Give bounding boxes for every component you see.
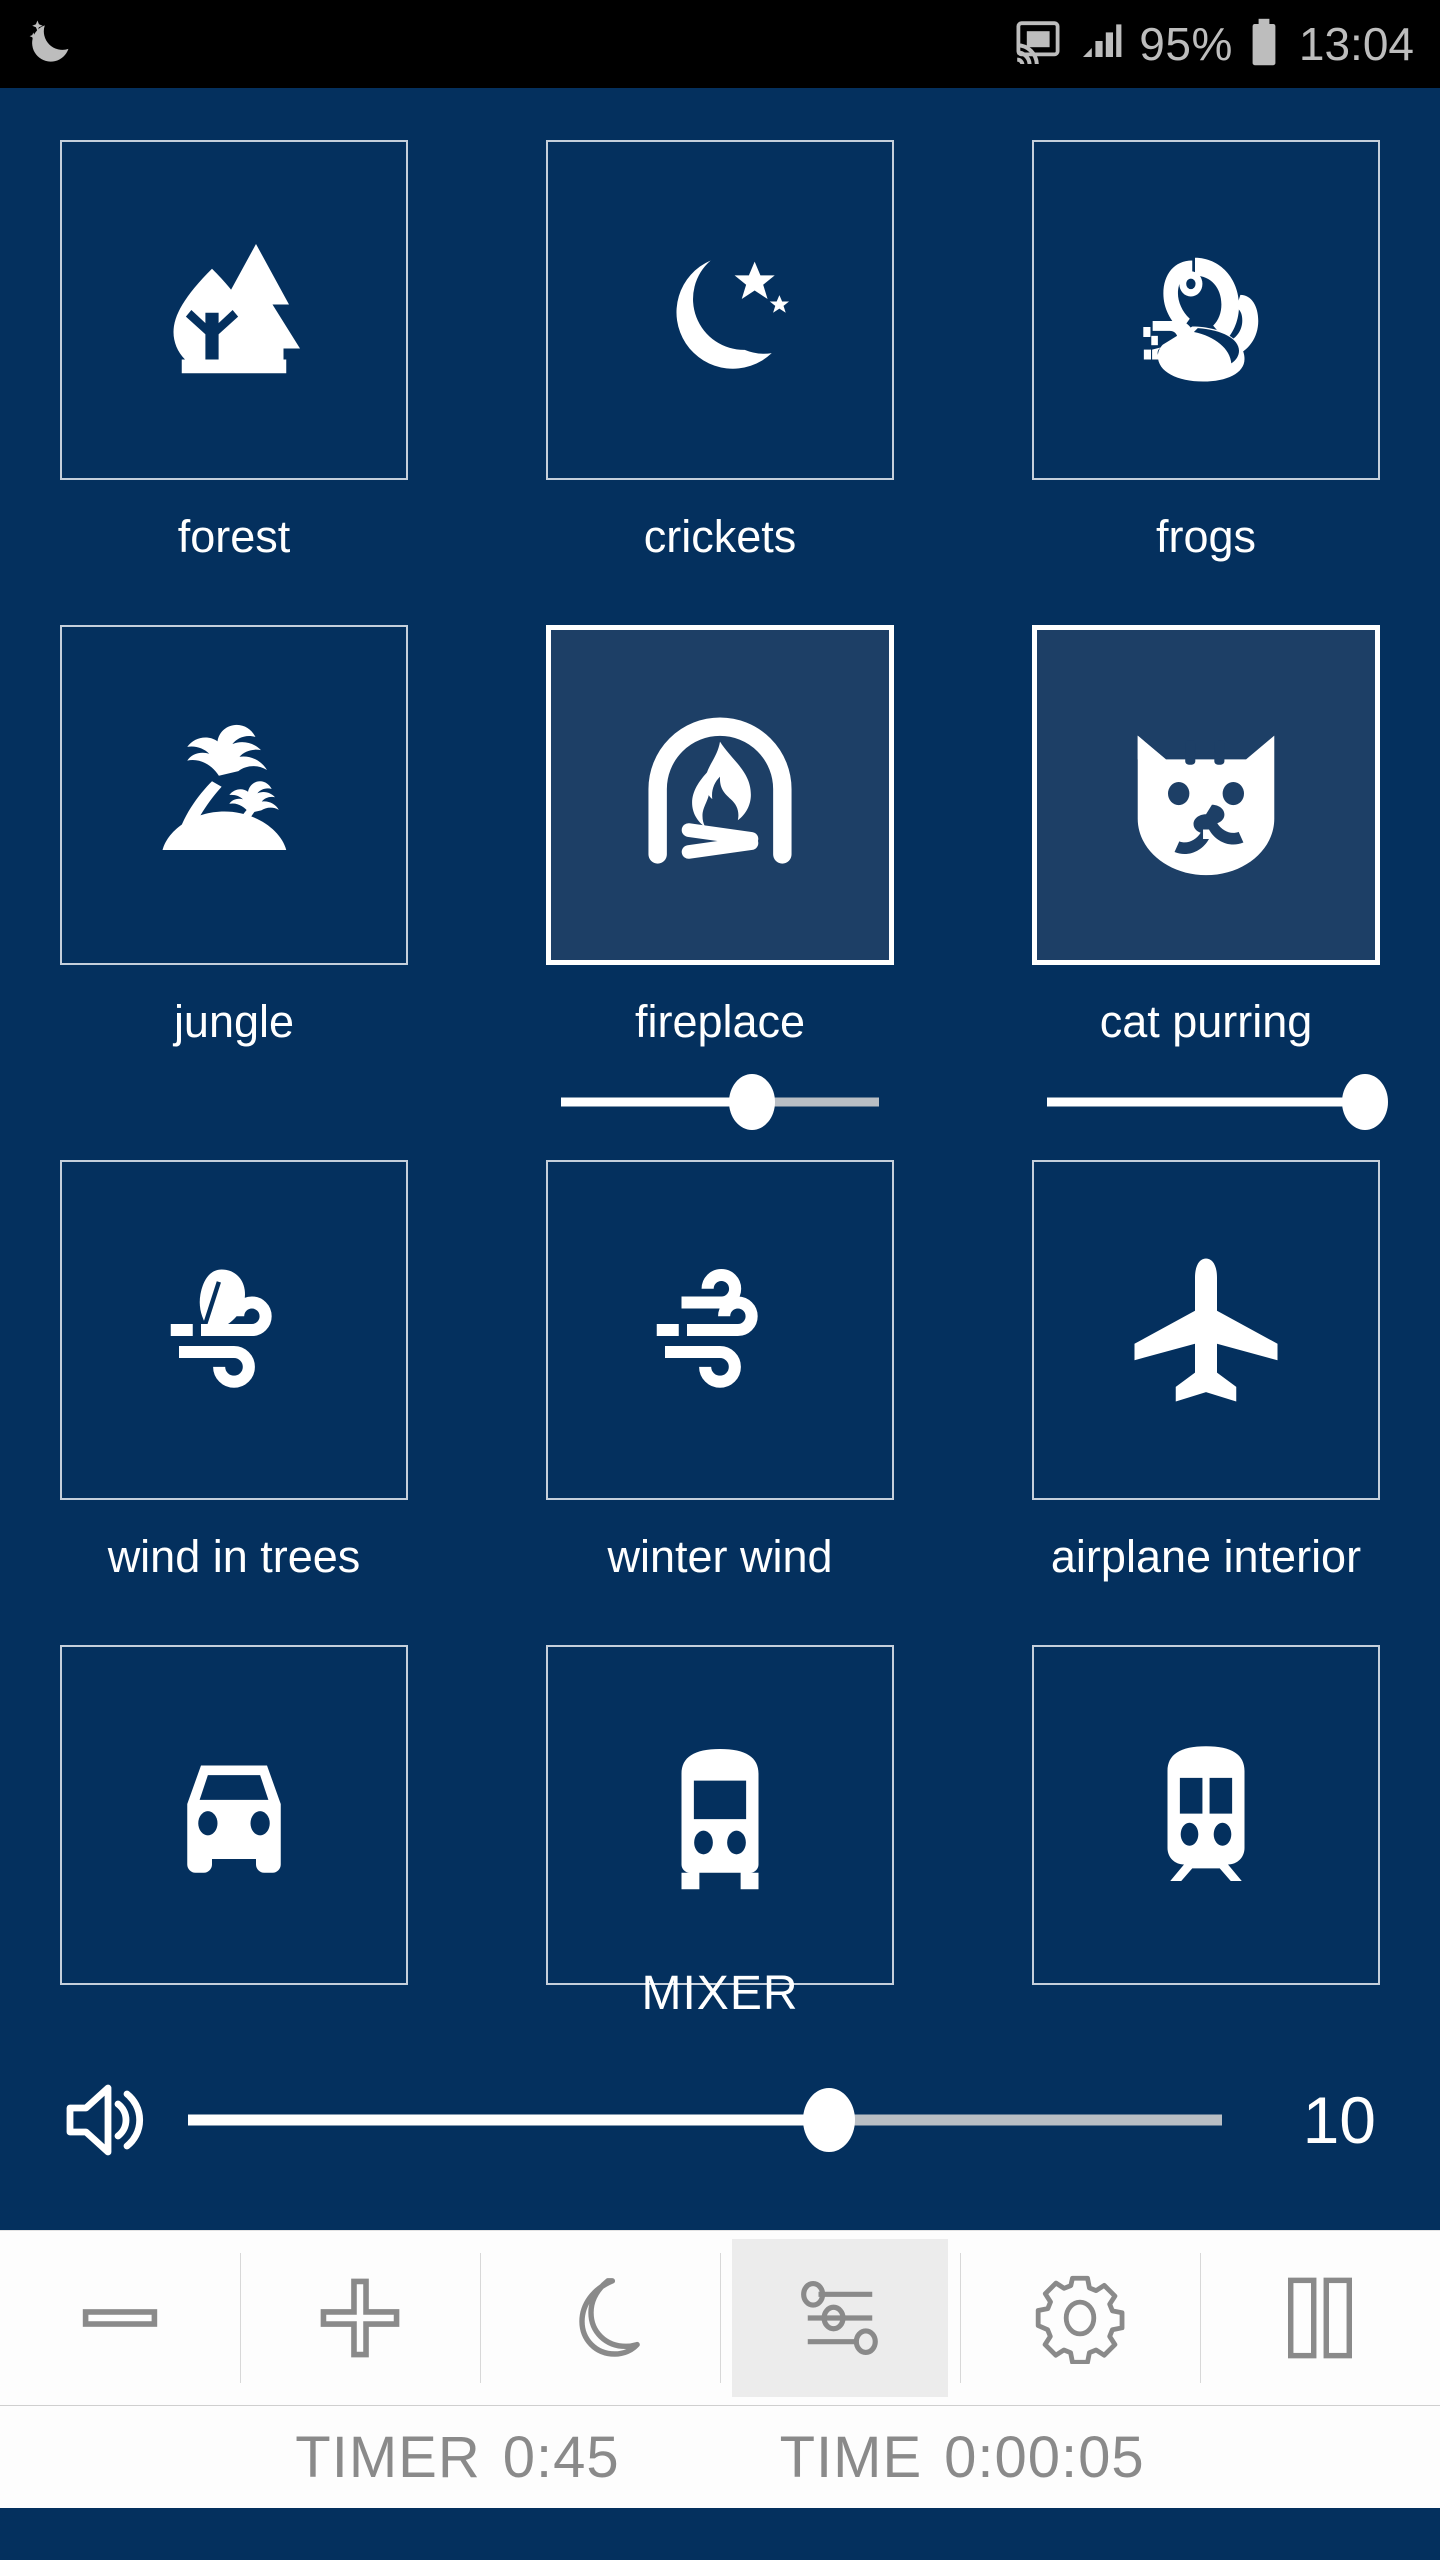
jungle-tile-button[interactable] — [60, 625, 408, 965]
airplane-interior-tile-button[interactable] — [1032, 1160, 1380, 1500]
sound-row — [60, 1645, 1380, 1985]
sound-tile-train — [1032, 1645, 1380, 1985]
fireplace-tile-button[interactable] — [546, 625, 894, 965]
airplane-icon — [1118, 1242, 1294, 1418]
sound-tile-jungle: jungle — [60, 625, 408, 1132]
fireplace-icon — [625, 700, 815, 890]
timer-display[interactable]: TIMER 0:45 — [295, 2424, 619, 2491]
sound-tile-label: jungle — [173, 996, 295, 1047]
status-bar-left — [24, 16, 76, 73]
bus-icon — [632, 1727, 808, 1903]
minus-icon — [77, 2275, 163, 2361]
forest-trees-icon — [146, 222, 322, 398]
sound-tile-wind-in-trees: wind in trees — [60, 1160, 408, 1579]
timer-bar: TIMER 0:45 TIME 0:00:05 — [0, 2405, 1440, 2508]
sound-tile-airplane-interior: airplane interior — [1032, 1160, 1380, 1579]
cat-purring-volume-slider[interactable] — [1047, 1072, 1388, 1132]
status-bar: 95% 13:04 — [0, 0, 1440, 88]
frogs-tile-button[interactable] — [1032, 140, 1380, 480]
master-volume-slider[interactable] — [188, 2085, 1222, 2155]
app-root: 95% 13:04 forest crickets frogs jungle f… — [0, 0, 1440, 2560]
plus-button[interactable] — [240, 2231, 480, 2405]
sound-tile-label: airplane interior — [1050, 1531, 1362, 1582]
sound-tile-car — [60, 1645, 408, 1985]
wind-in-trees-tile-button[interactable] — [60, 1160, 408, 1500]
train-tile-button[interactable] — [1032, 1645, 1380, 1985]
slider-knob[interactable] — [1342, 1074, 1388, 1130]
sound-tile-label: wind in trees — [107, 1531, 361, 1582]
cat-purring-tile-button[interactable] — [1032, 625, 1380, 965]
slider-knob[interactable] — [728, 1074, 775, 1130]
master-volume-bar: 10 — [0, 2060, 1440, 2180]
sound-tile-label: forest — [177, 511, 291, 562]
crickets-tile-button[interactable] — [546, 140, 894, 480]
moon-stars-icon — [632, 222, 808, 398]
timer-label: TIMER — [295, 2424, 481, 2490]
status-bar-clock: 13:04 — [1298, 18, 1414, 70]
winter-wind-tile-button[interactable] — [546, 1160, 894, 1500]
nav-bar-strip — [0, 2508, 1440, 2560]
time-value: 0:00:05 — [944, 2424, 1145, 2490]
frog-icon — [1118, 222, 1294, 398]
car-tile-button[interactable] — [60, 1645, 408, 1985]
train-icon — [1118, 1727, 1294, 1903]
gear-icon — [1034, 2272, 1126, 2364]
sound-tile-winter-wind: winter wind — [546, 1160, 894, 1579]
mixer-button[interactable] — [720, 2231, 960, 2405]
wind-leaf-icon — [146, 1242, 322, 1418]
crescent-moon-icon — [555, 2273, 645, 2363]
cast-screen-icon — [1013, 20, 1063, 69]
status-bar-right: 95% 13:04 — [1013, 18, 1414, 71]
sound-tile-fireplace: fireplace — [546, 625, 894, 1132]
bus-tile-button[interactable] — [546, 1645, 894, 1985]
palm-island-icon — [146, 707, 322, 883]
sound-tile-label: fireplace — [634, 996, 806, 1047]
slider-fill — [188, 2114, 830, 2126]
speaker-volume-icon[interactable] — [64, 2080, 160, 2160]
sound-tile-label: crickets — [643, 511, 797, 562]
time-label: TIME — [779, 2424, 923, 2490]
night-button[interactable] — [480, 2231, 720, 2405]
sliders-icon — [797, 2275, 883, 2361]
sound-row: wind in trees winter wind airplane inter… — [60, 1160, 1380, 1579]
sound-tile-bus — [546, 1645, 894, 1985]
car-icon — [146, 1727, 322, 1903]
sound-tile-label: winter wind — [607, 1531, 833, 1582]
slider-fill — [1047, 1097, 1365, 1107]
sound-tile-crickets: crickets — [546, 140, 894, 559]
timer-value: 0:45 — [502, 2424, 620, 2490]
battery-percent-label: 95% — [1139, 18, 1233, 70]
mixer-title: MIXER — [641, 1967, 799, 2020]
sound-row: forest crickets frogs — [60, 140, 1380, 559]
settings-button[interactable] — [960, 2231, 1200, 2405]
sound-grid: forest crickets frogs jungle fireplace c… — [0, 88, 1440, 1985]
sound-tile-label: cat purring — [1099, 996, 1313, 1047]
sound-row: jungle fireplace cat purring — [60, 625, 1388, 1132]
slider-knob[interactable] — [803, 2088, 856, 2152]
plus-icon — [317, 2275, 403, 2361]
minus-button[interactable] — [0, 2231, 240, 2405]
signal-bars-icon — [1079, 20, 1123, 69]
forest-tile-button[interactable] — [60, 140, 408, 480]
bottom-toolbar — [0, 2230, 1440, 2405]
pause-icon — [1277, 2272, 1363, 2364]
sound-tile-frogs: frogs — [1032, 140, 1380, 559]
sound-tile-label: frogs — [1155, 511, 1257, 562]
sound-tile-cat-purring: cat purring — [1032, 625, 1388, 1132]
sound-tile-forest: forest — [60, 140, 408, 559]
battery-icon — [1249, 18, 1279, 71]
crescent-moon-stars-icon — [24, 16, 76, 73]
pause-button[interactable] — [1200, 2231, 1440, 2405]
fireplace-volume-slider[interactable] — [561, 1072, 879, 1132]
wind-icon — [632, 1242, 808, 1418]
elapsed-time-display[interactable]: TIME 0:00:05 — [780, 2424, 1145, 2491]
master-volume-value: 10 — [1302, 2083, 1376, 2157]
slider-fill — [561, 1097, 752, 1107]
cat-face-icon — [1111, 700, 1301, 890]
